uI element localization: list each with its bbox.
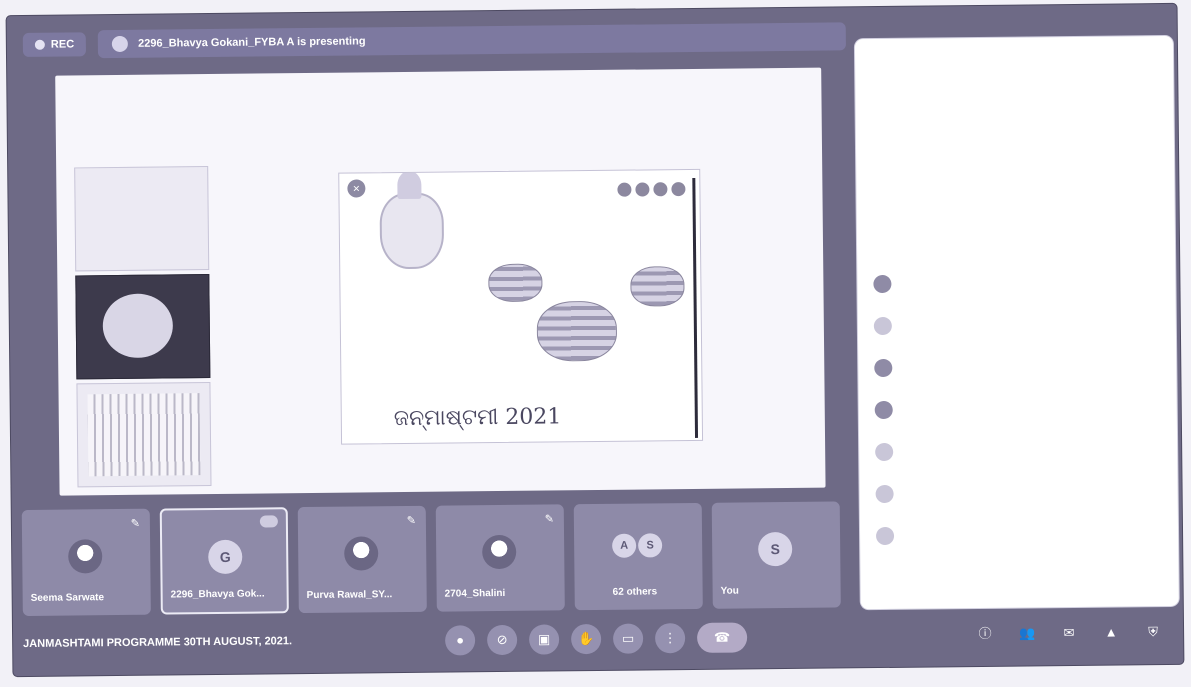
presenter-avatar — [112, 35, 129, 53]
thumbnail-strip — [74, 166, 212, 491]
presentation-stage: × ଜନ୍ମାଷ୍ଟମୀ 2021 — [55, 67, 826, 496]
more-options-icon[interactable]: ⋮ — [654, 623, 686, 654]
list-item-icon[interactable] — [873, 274, 892, 294]
avatar: S — [638, 533, 663, 558]
list-item-icon[interactable] — [874, 358, 893, 378]
thumbnail-image — [102, 293, 174, 359]
record-dot-icon — [34, 39, 45, 50]
slide-caption: ଜନ୍ମାଷ୍ଟମୀ 2021 — [393, 404, 562, 432]
slide-divider — [692, 177, 699, 438]
self-tile[interactable]: S You — [711, 501, 841, 609]
chat-icon[interactable]: ✉ — [1059, 623, 1079, 643]
rec-label: REC — [50, 38, 75, 51]
recording-indicator: REC — [22, 32, 87, 57]
hand-raise-icon[interactable]: ✋ — [570, 623, 602, 655]
host-controls-icon[interactable]: ⛨ — [1143, 622, 1163, 642]
side-controls: ⓘ 👥 ✉ ▲ ⛨ — [975, 622, 1163, 644]
mic-muted-icon: ✎ — [130, 517, 140, 530]
list-item-icon[interactable] — [875, 526, 895, 546]
present-screen-icon[interactable]: ▭ — [612, 623, 644, 654]
toolbar-dot-icon[interactable] — [635, 182, 650, 197]
side-panel — [854, 35, 1179, 610]
pot-illustration — [488, 263, 543, 303]
participant-tile[interactable]: G 2296_Bhavya Gok... — [159, 507, 289, 615]
top-bar: REC 2296_Bhavya Gokani_FYBA A is present… — [22, 21, 847, 60]
people-icon[interactable]: 👥 — [1017, 623, 1037, 643]
info-icon[interactable]: ⓘ — [975, 624, 995, 644]
krishna-illustration — [379, 192, 445, 270]
participant-name: 2704_Shalini — [444, 587, 506, 600]
others-tile[interactable]: A S 62 others — [573, 502, 703, 611]
avatar: S — [758, 531, 793, 567]
toolbar-dot-icon[interactable] — [671, 182, 686, 197]
participant-tile[interactable]: ✎ Seema Sarwate — [21, 508, 151, 617]
list-item-icon[interactable] — [875, 484, 894, 504]
others-avatars: A S — [612, 533, 663, 558]
avatar — [482, 534, 517, 570]
participant-tile[interactable]: ✎ 2704_Shalini — [435, 504, 565, 612]
mic-muted-icon: ✎ — [406, 514, 416, 527]
speaking-indicator-icon — [259, 515, 278, 528]
bottom-bar: JANMASHTAMI PROGRAMME 30TH AUGUST, 2021.… — [23, 614, 1173, 666]
toolbar-dot-icon[interactable] — [617, 182, 632, 197]
list-item-icon[interactable] — [874, 400, 893, 420]
participant-name: 2296_Bhavya Gok... — [170, 588, 265, 601]
shared-slide: × ଜନ୍ମାଷ୍ଟମୀ 2021 — [338, 168, 704, 445]
avatar: G — [208, 539, 243, 575]
participant-name: Seema Sarwate — [30, 592, 105, 604]
slide-toolbar — [617, 182, 686, 197]
avatar — [344, 536, 379, 571]
close-icon[interactable]: × — [347, 179, 366, 198]
meet-window: REC 2296_Bhavya Gokani_FYBA A is present… — [6, 3, 1184, 677]
participant-name: You — [720, 585, 739, 597]
avatar: A — [612, 533, 637, 558]
thumbnail-frame — [74, 166, 210, 272]
participant-tile[interactable]: ✎ Purva Rawal_SY... — [297, 505, 427, 614]
camera-off-icon[interactable]: ⊘ — [486, 624, 518, 656]
presenting-text: 2296_Bhavya Gokani_FYBA A is presenting — [138, 35, 366, 50]
list-item-icon[interactable] — [875, 442, 894, 462]
captions-icon[interactable]: ▣ — [528, 624, 560, 655]
thumbnail-image — [87, 393, 201, 477]
activities-icon[interactable]: ▲ — [1101, 623, 1121, 643]
mic-muted-icon: ✎ — [544, 513, 554, 526]
meeting-title: JANMASHTAMI PROGRAMME 30TH AUGUST, 2021. — [23, 635, 293, 651]
participant-name: 62 others — [612, 586, 658, 598]
microphone-icon[interactable]: ● — [444, 625, 476, 656]
thumbnail-frame — [76, 382, 212, 488]
presenting-banner: 2296_Bhavya Gokani_FYBA A is presenting — [97, 22, 847, 59]
participant-name: Purva Rawal_SY... — [306, 589, 393, 602]
list-item-icon[interactable] — [873, 316, 892, 336]
avatar — [68, 539, 103, 574]
toolbar-dot-icon[interactable] — [653, 182, 668, 197]
participant-tiles: ✎ Seema Sarwate G 2296_Bhavya Gok... ✎ P… — [21, 501, 841, 617]
pot-illustration — [536, 300, 618, 362]
end-call-icon[interactable]: ☎ — [696, 622, 748, 653]
pot-illustration — [630, 266, 685, 307]
thumbnail-frame — [75, 274, 211, 380]
panel-list — [873, 274, 895, 569]
call-controls: ● ⊘ ▣ ✋ ▭ ⋮ ☎ — [444, 622, 748, 656]
